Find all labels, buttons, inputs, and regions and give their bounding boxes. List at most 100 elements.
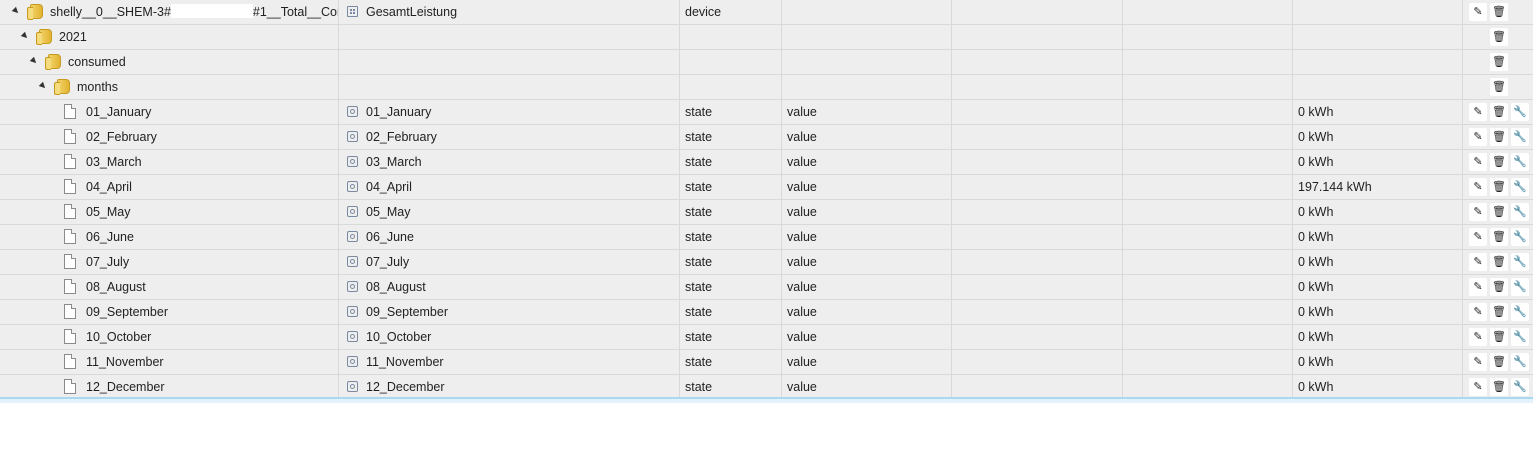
value-cell: 0 kWh xyxy=(1293,100,1463,124)
trash-icon[interactable]: 🗑 xyxy=(1490,228,1508,246)
label-cell: 01_January xyxy=(339,100,680,124)
name-cell: 02_February xyxy=(0,125,339,149)
role-cell xyxy=(782,0,952,24)
file-icon xyxy=(64,229,76,244)
tree-row-state[interactable]: 02_February 02_February state value 0 kW… xyxy=(0,125,1533,150)
trash-icon[interactable]: 🗑 xyxy=(1490,103,1508,121)
actions-cell: ✎ 🗑 🔧 xyxy=(1463,150,1533,174)
pencil-icon[interactable]: ✎ xyxy=(1469,303,1487,321)
wrench-icon[interactable]: 🔧 xyxy=(1511,253,1529,271)
state-label: 10_October xyxy=(366,330,432,344)
tree-row-year[interactable]: 2021 🗑 xyxy=(0,25,1533,50)
name-cell: 09_September xyxy=(0,300,339,324)
pencil-icon[interactable]: ✎ xyxy=(1469,103,1487,121)
empty-cell xyxy=(952,50,1123,74)
state-icon xyxy=(347,331,358,342)
tree-row-state[interactable]: 01_January 01_January state value 0 kWh … xyxy=(0,100,1533,125)
trash-icon[interactable]: 🗑 xyxy=(1490,178,1508,196)
type-cell: state xyxy=(680,175,782,199)
state-icon xyxy=(347,181,358,192)
pencil-icon[interactable]: ✎ xyxy=(1469,178,1487,196)
pencil-icon[interactable]: ✎ xyxy=(1469,203,1487,221)
trash-icon[interactable]: 🗑 xyxy=(1490,328,1508,346)
tree-row-state[interactable]: 04_April 04_April state value 197.144 kW… xyxy=(0,175,1533,200)
empty-cell xyxy=(1123,375,1293,399)
state-icon xyxy=(347,381,358,392)
wrench-icon[interactable]: 🔧 xyxy=(1511,203,1529,221)
file-icon xyxy=(64,279,76,294)
value-cell: 0 kWh xyxy=(1293,225,1463,249)
file-icon xyxy=(64,179,76,194)
trash-icon[interactable]: 🗑 xyxy=(1490,153,1508,171)
trash-icon[interactable]: 🗑 xyxy=(1490,303,1508,321)
wrench-icon[interactable]: 🔧 xyxy=(1511,378,1529,396)
tree-row-state[interactable]: 10_October 10_October state value 0 kWh … xyxy=(0,325,1533,350)
value-cell xyxy=(1293,25,1463,49)
label-cell xyxy=(339,50,680,74)
trash-icon[interactable]: 🗑 xyxy=(1490,128,1508,146)
wrench-icon[interactable]: 🔧 xyxy=(1511,178,1529,196)
device-icon xyxy=(347,6,358,17)
role-cell: value xyxy=(782,325,952,349)
wrench-icon[interactable]: 🔧 xyxy=(1511,328,1529,346)
wrench-icon[interactable]: 🔧 xyxy=(1511,353,1529,371)
tree-row-months[interactable]: months 🗑 xyxy=(0,75,1533,100)
wrench-icon[interactable]: 🔧 xyxy=(1511,303,1529,321)
trash-icon[interactable]: 🗑 xyxy=(1490,78,1508,96)
expand-toggle-icon[interactable] xyxy=(38,81,48,91)
wrench-icon[interactable]: 🔧 xyxy=(1511,103,1529,121)
pencil-icon[interactable]: ✎ xyxy=(1469,353,1487,371)
wrench-icon[interactable]: 🔧 xyxy=(1511,153,1529,171)
pencil-icon[interactable]: ✎ xyxy=(1469,278,1487,296)
wrench-icon[interactable]: 🔧 xyxy=(1511,228,1529,246)
tree-row-state[interactable]: 08_August 08_August state value 0 kWh ✎ … xyxy=(0,275,1533,300)
expand-toggle-icon[interactable] xyxy=(20,31,30,41)
trash-icon[interactable]: 🗑 xyxy=(1490,253,1508,271)
wrench-icon[interactable]: 🔧 xyxy=(1511,278,1529,296)
value-cell: 0 kWh xyxy=(1293,300,1463,324)
actions-cell: ✎ 🗑 xyxy=(1463,0,1533,24)
pencil-icon[interactable]: ✎ xyxy=(1469,228,1487,246)
state-label: 04_April xyxy=(366,180,412,194)
tree-row-state[interactable]: 07_July 07_July state value 0 kWh ✎ 🗑 🔧 xyxy=(0,250,1533,275)
role-cell: value xyxy=(782,300,952,324)
expand-toggle-icon[interactable] xyxy=(11,6,21,16)
wrench-icon[interactable]: 🔧 xyxy=(1511,128,1529,146)
tree-row-state[interactable]: 06_June 06_June state value 0 kWh ✎ 🗑 🔧 xyxy=(0,225,1533,250)
tree-row-state[interactable]: 05_May 05_May state value 0 kWh ✎ 🗑 🔧 xyxy=(0,200,1533,225)
label-cell: 07_July xyxy=(339,250,680,274)
tree-row-state[interactable]: 11_November 11_November state value 0 kW… xyxy=(0,350,1533,375)
trash-icon[interactable]: 🗑 xyxy=(1490,3,1508,21)
pencil-icon[interactable]: ✎ xyxy=(1469,3,1487,21)
empty-cell xyxy=(1123,100,1293,124)
trash-icon[interactable]: 🗑 xyxy=(1490,378,1508,396)
actions-cell: ✎ 🗑 🔧 xyxy=(1463,275,1533,299)
value-cell xyxy=(1293,75,1463,99)
trash-icon[interactable]: 🗑 xyxy=(1490,278,1508,296)
state-icon xyxy=(347,306,358,317)
state-label: 01_January xyxy=(366,105,432,119)
trash-icon[interactable]: 🗑 xyxy=(1490,203,1508,221)
trash-icon[interactable]: 🗑 xyxy=(1490,353,1508,371)
device-name-prefix: shelly__0__SHEM-3# xyxy=(50,5,171,19)
type-cell xyxy=(680,75,782,99)
name-cell: 04_April xyxy=(0,175,339,199)
pencil-icon[interactable]: ✎ xyxy=(1469,328,1487,346)
folder-name: months xyxy=(77,80,118,94)
file-icon xyxy=(64,254,76,269)
tree-row-device[interactable]: shelly__0__SHEM-3# #1__Total__Con: Gesamt… xyxy=(0,0,1533,25)
pencil-icon[interactable]: ✎ xyxy=(1469,253,1487,271)
trash-icon[interactable]: 🗑 xyxy=(1490,53,1508,71)
trash-icon[interactable]: 🗑 xyxy=(1490,28,1508,46)
empty-cell xyxy=(1123,250,1293,274)
state-name: 11_November xyxy=(86,355,164,369)
expand-toggle-icon[interactable] xyxy=(29,56,39,66)
tree-row-consumed[interactable]: consumed 🗑 xyxy=(0,50,1533,75)
pencil-icon[interactable]: ✎ xyxy=(1469,128,1487,146)
actions-cell: ✎ 🗑 🔧 xyxy=(1463,125,1533,149)
empty-cell xyxy=(952,325,1123,349)
pencil-icon[interactable]: ✎ xyxy=(1469,153,1487,171)
tree-row-state[interactable]: 09_September 09_September state value 0 … xyxy=(0,300,1533,325)
pencil-icon[interactable]: ✎ xyxy=(1469,378,1487,396)
tree-row-state[interactable]: 03_March 03_March state value 0 kWh ✎ 🗑 … xyxy=(0,150,1533,175)
